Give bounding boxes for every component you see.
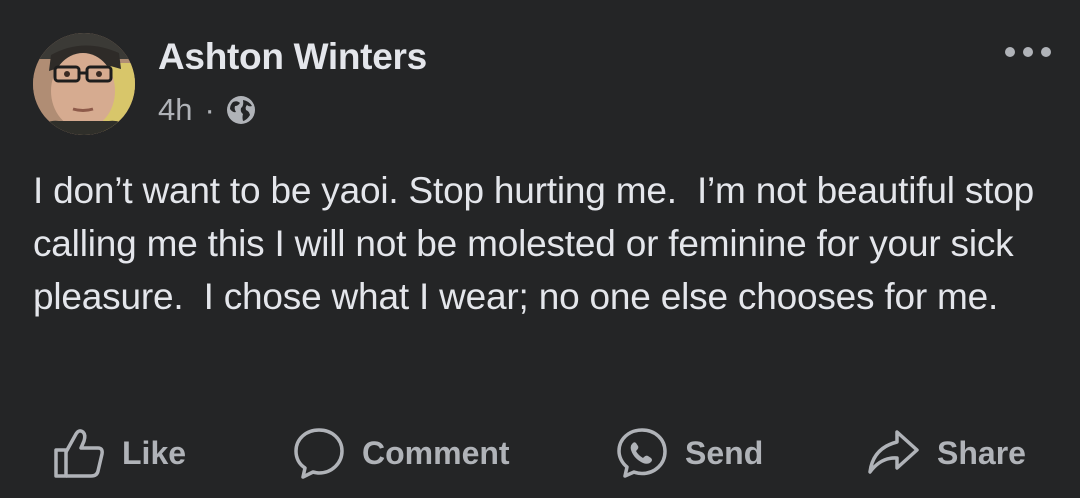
action-bar: Like Comment Send Share xyxy=(0,418,1080,488)
post-meta: 4h · xyxy=(158,90,257,130)
share-arrow-icon xyxy=(868,430,919,474)
post-timestamp[interactable]: 4h xyxy=(158,92,192,128)
like-label: Like xyxy=(122,434,187,471)
send-button[interactable]: Send xyxy=(615,418,763,488)
post-card: Ashton Winters 4h · I don’t want to be y… xyxy=(0,0,1080,498)
comment-label: Comment xyxy=(362,434,510,471)
more-options-icon[interactable] xyxy=(1000,40,1056,64)
thumbs-up-icon xyxy=(54,429,104,478)
avatar-photo xyxy=(33,33,135,135)
comment-bubble-icon xyxy=(294,428,344,479)
comment-button[interactable]: Comment xyxy=(292,418,510,488)
post-text: I don’t want to be yaoi. Stop hurting me… xyxy=(33,170,1045,317)
author-name[interactable]: Ashton Winters xyxy=(158,36,427,78)
avatar[interactable] xyxy=(33,33,135,135)
globe-icon[interactable] xyxy=(225,94,257,126)
messenger-icon xyxy=(617,428,667,478)
send-label: Send xyxy=(685,434,764,471)
share-label: Share xyxy=(937,434,1026,471)
like-button[interactable]: Like xyxy=(52,418,186,488)
share-button[interactable]: Share xyxy=(865,418,1026,488)
meta-separator: · xyxy=(204,92,215,127)
